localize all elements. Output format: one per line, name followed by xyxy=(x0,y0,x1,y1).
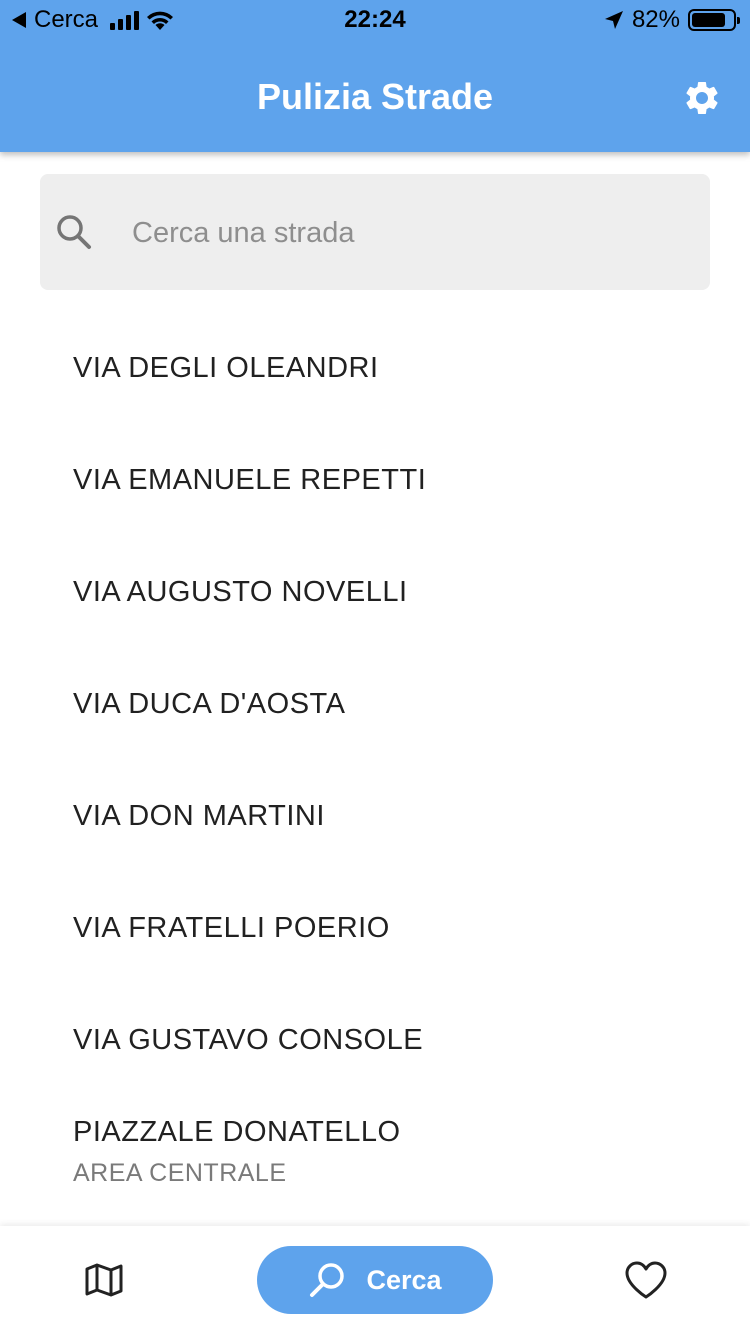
app-header: Cerca 22:24 82% Pulizia Strade xyxy=(0,0,750,152)
nav-favorites-button[interactable] xyxy=(622,1256,670,1304)
nav-map-button[interactable] xyxy=(80,1256,128,1304)
list-item[interactable]: VIA EMANUELE REPETTI xyxy=(0,424,750,536)
list-item[interactable]: VIA DON MARTINI xyxy=(0,760,750,872)
street-name: VIA EMANUELE REPETTI xyxy=(73,464,427,496)
street-name: VIA DON MARTINI xyxy=(73,800,325,832)
battery-level xyxy=(692,13,725,27)
street-subtitle: AREA CENTRALE xyxy=(73,1159,287,1187)
search-bar[interactable] xyxy=(40,174,710,290)
bottom-navigation: Cerca xyxy=(0,1226,750,1334)
page-title: Pulizia Strade xyxy=(256,76,494,117)
status-right: 82% xyxy=(604,6,740,34)
street-list: VIA DEGLI OLEANDRI VIA EMANUELE REPETTI … xyxy=(0,312,750,1208)
street-name: PIAZZALE DONATELLO xyxy=(73,1116,401,1148)
list-item[interactable]: VIA FRATELLI POERIO xyxy=(0,872,750,984)
list-item[interactable]: PIAZZALE DONATELLO AREA CENTRALE xyxy=(0,1096,750,1208)
list-item[interactable]: VIA AUGUSTO NOVELLI xyxy=(0,536,750,648)
gear-icon xyxy=(686,81,718,114)
street-name: VIA GUSTAVO CONSOLE xyxy=(73,1024,424,1056)
search-icon xyxy=(54,212,94,252)
heart-icon xyxy=(625,1261,667,1299)
street-name: VIA DEGLI OLEANDRI xyxy=(73,352,379,384)
street-name: VIA FRATELLI POERIO xyxy=(73,912,390,944)
list-item[interactable]: VIA DUCA D'AOSTA xyxy=(0,648,750,760)
settings-button[interactable] xyxy=(680,76,724,120)
map-icon xyxy=(85,1263,123,1297)
search-icon xyxy=(310,1263,345,1297)
battery-icon xyxy=(688,9,740,31)
street-name: VIA AUGUSTO NOVELLI xyxy=(73,576,408,608)
battery-percent: 82% xyxy=(631,6,680,33)
location-arrow-icon xyxy=(604,11,623,29)
list-item[interactable]: VIA GUSTAVO CONSOLE xyxy=(0,984,750,1096)
status-bar: Cerca 22:24 82% xyxy=(0,0,750,40)
nav-search-label: Cerca xyxy=(366,1264,442,1295)
nav-search-button[interactable]: Cerca xyxy=(257,1246,493,1314)
search-input[interactable] xyxy=(130,202,694,264)
list-item[interactable]: VIA DEGLI OLEANDRI xyxy=(0,312,750,424)
street-name: VIA DUCA D'AOSTA xyxy=(73,688,346,720)
